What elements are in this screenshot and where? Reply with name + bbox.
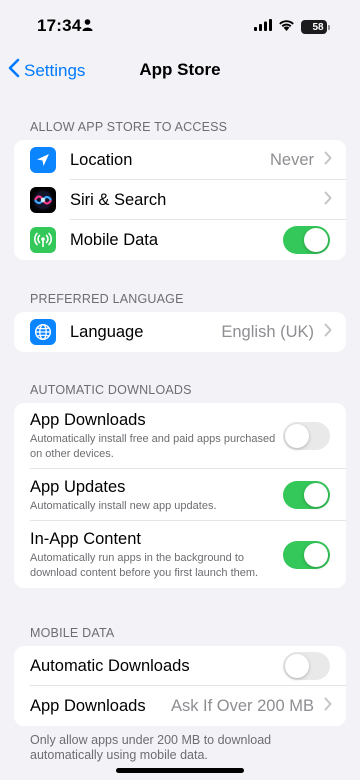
language-value: English (UK)	[221, 322, 314, 341]
mobile-app-downloads-value: Ask If Over 200 MB	[170, 696, 314, 715]
app-updates-row: App Updates Automatically install new ap…	[14, 469, 346, 521]
app-downloads-label: App Downloads	[30, 411, 146, 429]
mobile-data-toggle[interactable]	[283, 226, 330, 254]
in-app-content-label: In-App Content	[30, 530, 141, 548]
status-time: 17:34	[37, 16, 82, 35]
app-downloads-description: Automatically install free and paid apps…	[30, 433, 276, 460]
automatic-downloads-label: Automatic Downloads	[30, 656, 190, 675]
access-card: Location Never Siri & Search Mobile Data	[14, 140, 346, 260]
section-header-auto-downloads: AUTOMATIC DOWNLOADS	[30, 383, 192, 397]
app-downloads-toggle[interactable]	[283, 422, 330, 450]
chevron-right-icon	[324, 191, 332, 210]
battery-level: 58	[312, 21, 324, 33]
automatic-downloads-toggle[interactable]	[283, 652, 330, 680]
in-app-content-row: In-App Content Automatically run apps in…	[14, 521, 346, 588]
chevron-right-icon	[324, 151, 332, 170]
app-updates-description: Automatically install new app updates.	[30, 500, 217, 512]
location-label: Location	[70, 150, 133, 169]
antenna-icon	[30, 227, 56, 253]
siri-search-label: Siri & Search	[70, 190, 167, 209]
page-title: App Store	[139, 60, 221, 79]
language-card: Language English (UK)	[14, 312, 346, 352]
mobile-data-card: Automatic Downloads App Downloads Ask If…	[14, 646, 346, 726]
mobile-app-downloads-label: App Downloads	[30, 696, 146, 715]
language-row[interactable]: Language English (UK)	[14, 312, 346, 352]
siri-search-row[interactable]: Siri & Search	[14, 180, 346, 220]
auto-downloads-card: App Downloads Automatically install free…	[14, 403, 346, 588]
location-value: Never	[269, 150, 314, 169]
person-icon	[82, 18, 93, 36]
automatic-downloads-row: Automatic Downloads	[14, 646, 346, 686]
navigation-bar: Settings App Store	[0, 52, 360, 88]
siri-icon	[30, 187, 56, 213]
in-app-content-description: Automatically run apps in the background…	[30, 552, 259, 579]
location-row[interactable]: Location Never	[14, 140, 346, 180]
mobile-app-downloads-row[interactable]: App Downloads Ask If Over 200 MB	[14, 686, 346, 726]
location-arrow-icon	[30, 147, 56, 173]
chevron-right-icon	[324, 323, 332, 342]
battery-icon: 58	[301, 20, 330, 34]
section-header-mobile-data: MOBILE DATA	[30, 626, 115, 640]
app-updates-toggle[interactable]	[283, 481, 330, 509]
cellular-signal-icon	[254, 18, 272, 36]
section-header-language: PREFERRED LANGUAGE	[30, 292, 184, 306]
home-indicator[interactable]	[116, 768, 244, 773]
mobile-data-row: Mobile Data	[14, 220, 346, 260]
wifi-icon	[278, 18, 295, 36]
mobile-data-footer-note: Only allow apps under 200 MB to download…	[30, 733, 272, 762]
status-bar: 17:34 58	[0, 0, 360, 50]
chevron-right-icon	[324, 697, 332, 716]
app-downloads-row: App Downloads Automatically install free…	[14, 403, 346, 469]
mobile-data-label: Mobile Data	[70, 230, 159, 249]
language-label: Language	[70, 322, 144, 341]
globe-icon	[30, 319, 56, 345]
app-updates-label: App Updates	[30, 478, 126, 496]
section-header-access: ALLOW APP STORE TO ACCESS	[30, 120, 228, 134]
in-app-content-toggle[interactable]	[283, 541, 330, 569]
